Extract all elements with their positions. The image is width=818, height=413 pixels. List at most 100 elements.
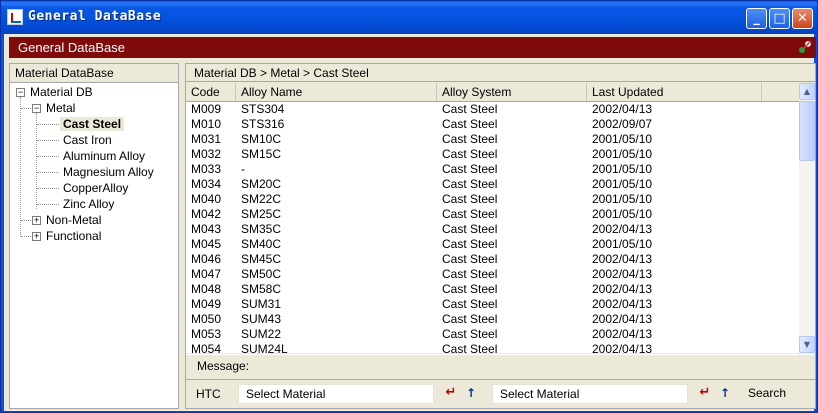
table-row[interactable]: M034 SM20C Cast Steel 2001/05/10: [186, 177, 799, 192]
table-row[interactable]: M009 STS304 Cast Steel 2002/04/13: [186, 102, 799, 117]
table-cell: 2002/04/13: [592, 312, 653, 326]
table-cell: Cast Steel: [442, 267, 498, 281]
table-row[interactable]: M047 SM50C Cast Steel 2002/04/13: [186, 267, 799, 282]
table-cell: SM40C: [241, 237, 282, 251]
tree-item-material-db[interactable]: Material DB: [30, 84, 93, 100]
table-cell: 2001/05/10: [592, 147, 653, 161]
table-row[interactable]: M049 SUM31 Cast Steel 2002/04/13: [186, 297, 799, 312]
table-cell: SM50C: [241, 267, 282, 281]
bottom-toolbar: HTC Select Material ↵ ↑ Select Material …: [186, 379, 815, 409]
table-row[interactable]: M032 SM15C Cast Steel 2001/05/10: [186, 147, 799, 162]
close-button[interactable]: ✕: [792, 8, 813, 29]
table-cell: STS316: [241, 117, 285, 131]
expand-functional-toggle[interactable]: +: [32, 232, 41, 241]
tree-item-metal[interactable]: Metal: [46, 100, 75, 116]
table-cell: SUM31: [241, 297, 282, 311]
tree-item-cast-iron[interactable]: Cast Iron: [63, 132, 112, 148]
tool-icon[interactable]: [798, 39, 814, 55]
table-cell: 2001/05/10: [592, 132, 653, 146]
app-icon: [7, 9, 23, 25]
vertical-scrollbar[interactable]: ▲ ▼: [799, 83, 815, 353]
table-cell: 2002/04/13: [592, 282, 653, 296]
table-cell: M048: [191, 282, 222, 296]
table-cell: M042: [191, 207, 222, 221]
expand-non-metal-toggle[interactable]: +: [32, 216, 41, 225]
up-arrow-icon[interactable]: ↑: [465, 386, 477, 400]
table-row[interactable]: M053 SUM22 Cast Steel 2002/04/13: [186, 327, 799, 342]
table-cell: SUM22: [241, 327, 282, 341]
tree-item-non-metal[interactable]: Non-Metal: [46, 212, 101, 228]
table-row[interactable]: M048 SM58C Cast Steel 2002/04/13: [186, 282, 799, 297]
table-cell: Cast Steel: [442, 132, 498, 146]
window-title: General DataBase: [28, 9, 162, 24]
column-header-alloy-name[interactable]: Alloy Name: [236, 83, 437, 101]
table-cell: Cast Steel: [442, 342, 498, 353]
collapse-root-toggle[interactable]: −: [16, 88, 25, 97]
collapse-metal-toggle[interactable]: −: [32, 104, 41, 113]
select-material-field-2[interactable]: Select Material: [492, 384, 688, 404]
material-list-panel: Material DB > Metal > Cast Steel Code Al…: [185, 63, 816, 409]
table-row[interactable]: M033 - Cast Steel 2001/05/10: [186, 162, 799, 177]
tree-item-aluminum-alloy[interactable]: Aluminum Alloy: [63, 148, 145, 164]
tree-item-magnesium-alloy[interactable]: Magnesium Alloy: [63, 164, 154, 180]
table-row[interactable]: M042 SM25C Cast Steel 2001/05/10: [186, 207, 799, 222]
tree-item-functional[interactable]: Functional: [46, 228, 101, 244]
table-cell: SM15C: [241, 147, 282, 161]
column-header-last-updated[interactable]: Last Updated: [587, 83, 762, 101]
table-cell: Cast Steel: [442, 252, 498, 266]
table-cell: Cast Steel: [442, 177, 498, 191]
table-row[interactable]: M050 SUM43 Cast Steel 2002/04/13: [186, 312, 799, 327]
table-row[interactable]: M040 SM22C Cast Steel 2001/05/10: [186, 192, 799, 207]
table-cell: M032: [191, 147, 222, 161]
scroll-thumb[interactable]: [799, 101, 815, 161]
table-row[interactable]: M054 SUM24L Cast Steel 2002/04/13: [186, 342, 799, 353]
title-bar[interactable]: General DataBase _ □ ✕: [1, 1, 817, 34]
tree-item-copper-alloy[interactable]: CopperAlloy: [63, 180, 128, 196]
table-cell: Cast Steel: [442, 297, 498, 311]
table-row[interactable]: M010 STS316 Cast Steel 2002/09/07: [186, 117, 799, 132]
up-arrow-icon-2[interactable]: ↑: [719, 386, 731, 400]
table-row[interactable]: M043 SM35C Cast Steel 2002/04/13: [186, 222, 799, 237]
table-cell: 2002/04/13: [592, 267, 653, 281]
table-cell: M031: [191, 132, 222, 146]
grid-header: Code Alloy Name Alloy System Last Update…: [186, 83, 799, 102]
client-area: General DataBase Material DataBase − Mat…: [4, 34, 816, 411]
table-cell: -: [241, 162, 245, 176]
table-row[interactable]: M045 SM40C Cast Steel 2001/05/10: [186, 237, 799, 252]
app-window: General DataBase _ □ ✕ General DataBase …: [0, 0, 818, 413]
table-cell: M009: [191, 102, 222, 116]
table-cell: M040: [191, 192, 222, 206]
table-cell: M046: [191, 252, 222, 266]
table-cell: Cast Steel: [442, 282, 498, 296]
table-cell: 2002/04/13: [592, 222, 653, 236]
table-cell: 2001/05/10: [592, 162, 653, 176]
column-header-code[interactable]: Code: [186, 83, 236, 101]
table-cell: Cast Steel: [442, 162, 498, 176]
minimize-button[interactable]: _: [746, 8, 767, 29]
scroll-up-icon[interactable]: ▲: [799, 83, 815, 100]
select-material-field-1[interactable]: Select Material: [238, 384, 434, 404]
breadcrumb: Material DB > Metal > Cast Steel: [186, 64, 815, 82]
tree-item-cast-steel[interactable]: Cast Steel: [60, 116, 125, 132]
app-header-title: General DataBase: [18, 40, 125, 55]
table-cell: Cast Steel: [442, 192, 498, 206]
maximize-button[interactable]: □: [769, 8, 790, 29]
table-cell: 2002/04/13: [592, 342, 653, 353]
table-cell: M034: [191, 177, 222, 191]
table-cell: STS304: [241, 102, 285, 116]
app-header-bar: General DataBase: [9, 37, 816, 58]
scroll-down-icon[interactable]: ▼: [799, 336, 815, 353]
table-cell: Cast Steel: [442, 312, 498, 326]
table-cell: M045: [191, 237, 222, 251]
material-grid: Code Alloy Name Alloy System Last Update…: [186, 83, 815, 353]
tree-item-zinc-alloy[interactable]: Zinc Alloy: [63, 196, 114, 212]
table-cell: SUM24L: [241, 342, 288, 353]
table-row[interactable]: M031 SM10C Cast Steel 2001/05/10: [186, 132, 799, 147]
column-header-alloy-system[interactable]: Alloy System: [437, 83, 587, 101]
search-button[interactable]: Search: [748, 386, 786, 400]
table-row[interactable]: M046 SM45C Cast Steel 2002/04/13: [186, 252, 799, 267]
table-cell: 2001/05/10: [592, 207, 653, 221]
return-arrow-icon-2[interactable]: ↵: [698, 386, 712, 400]
return-arrow-icon[interactable]: ↵: [444, 386, 458, 400]
table-cell: M054: [191, 342, 222, 353]
